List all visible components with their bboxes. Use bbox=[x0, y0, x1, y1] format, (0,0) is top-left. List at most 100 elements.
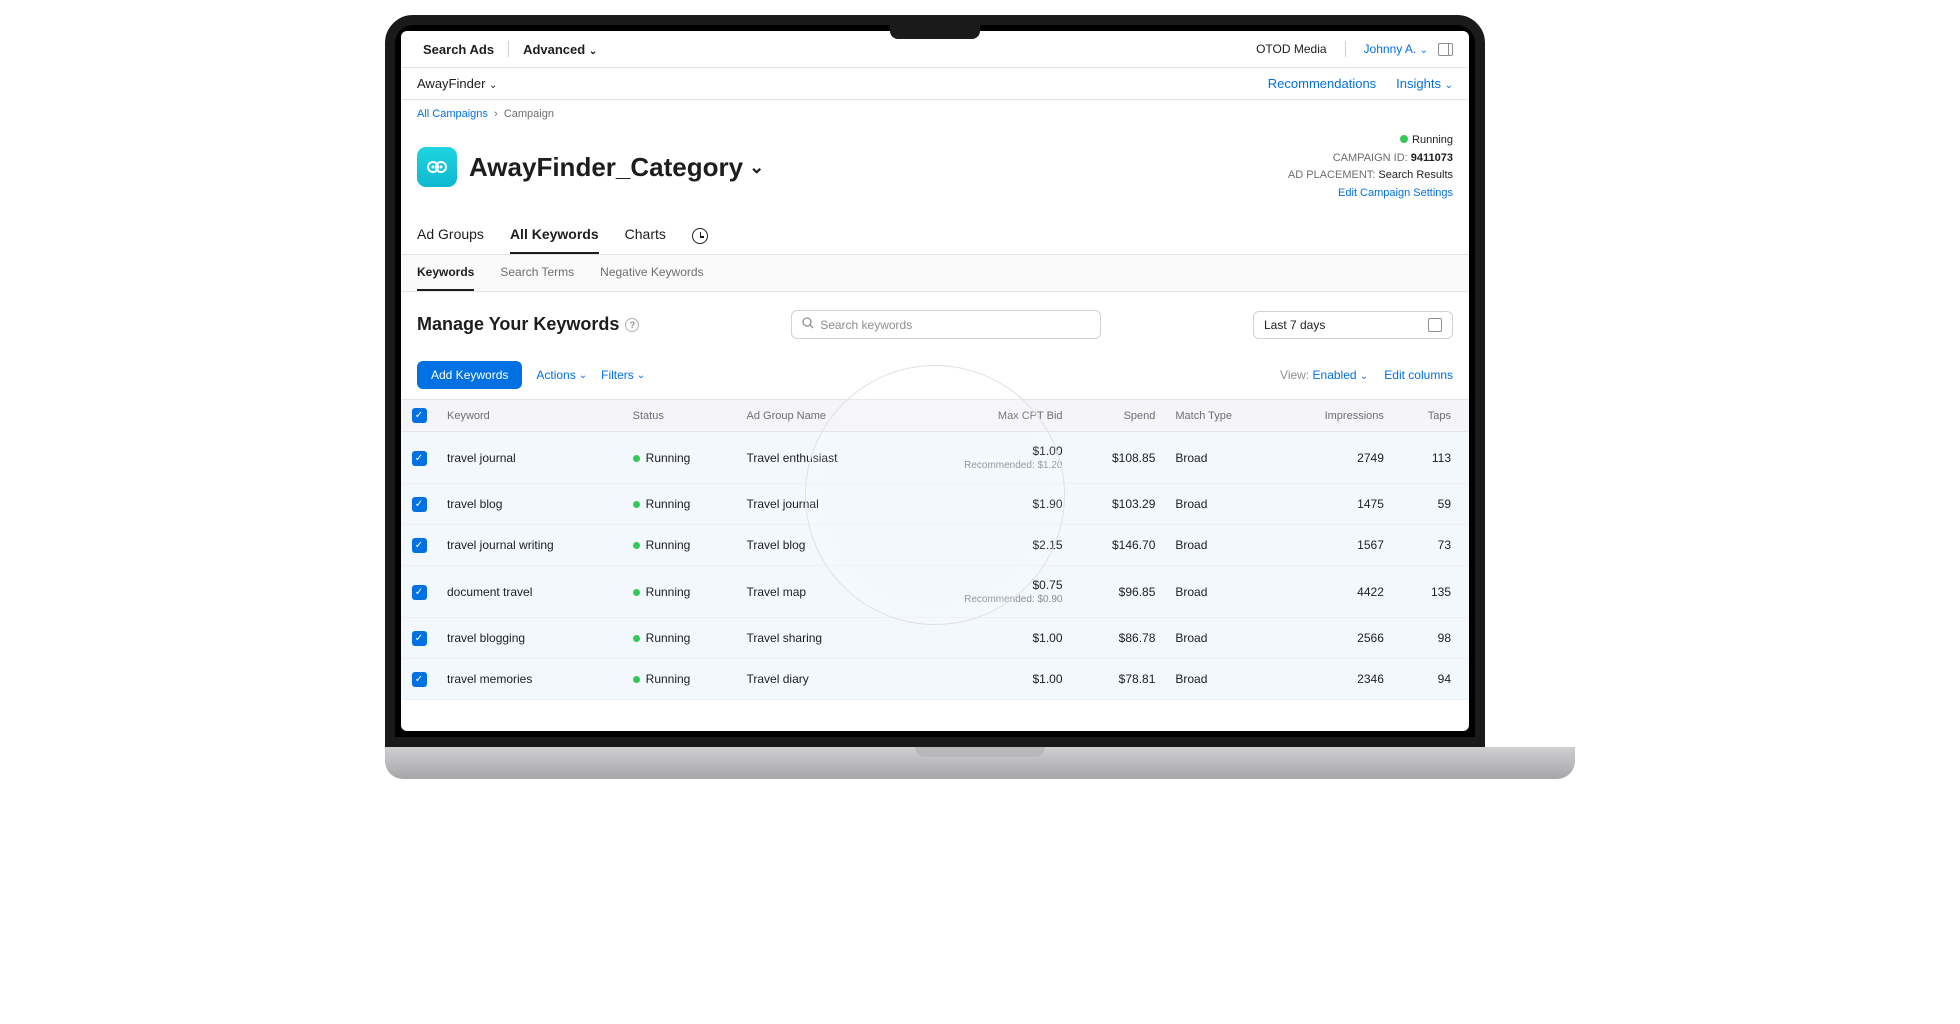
cell-bid: $1.00Recommended: $1.20 bbox=[899, 432, 1072, 484]
help-icon[interactable]: ? bbox=[625, 318, 639, 332]
campaign-status: Running bbox=[1412, 134, 1453, 146]
cell-impressions: 2346 bbox=[1278, 659, 1394, 700]
cell-taps: 135 bbox=[1394, 566, 1469, 618]
tab-all-keywords[interactable]: All Keywords bbox=[510, 216, 599, 254]
col-keyword[interactable]: Keyword bbox=[437, 400, 623, 432]
cell-impressions: 2749 bbox=[1278, 432, 1394, 484]
cell-impressions: 4422 bbox=[1278, 566, 1394, 618]
cell-ad-group: Travel journal bbox=[737, 484, 900, 525]
laptop-frame: Search Ads Advanced ⌄ OTOD Media Johnny … bbox=[385, 15, 1485, 747]
breadcrumb-current: Campaign bbox=[504, 108, 554, 120]
search-input[interactable]: Search keywords bbox=[791, 310, 1101, 339]
cell-keyword: travel blogging bbox=[437, 618, 623, 659]
search-placeholder: Search keywords bbox=[820, 318, 912, 332]
app-dropdown[interactable]: AwayFinder ⌄ bbox=[417, 76, 497, 91]
tab-charts[interactable]: Charts bbox=[625, 216, 666, 254]
edit-columns-link[interactable]: Edit columns bbox=[1384, 368, 1453, 382]
cell-ad-group: Travel map bbox=[737, 566, 900, 618]
chevron-down-icon: ⌄ bbox=[1360, 371, 1368, 382]
edit-campaign-link[interactable]: Edit Campaign Settings bbox=[1338, 187, 1453, 199]
cell-impressions: 1567 bbox=[1278, 525, 1394, 566]
actions-dropdown[interactable]: Actions⌄ bbox=[536, 368, 587, 382]
subtab-keywords[interactable]: Keywords bbox=[417, 255, 474, 291]
cell-bid: $1.00 bbox=[899, 618, 1072, 659]
col-taps[interactable]: Taps bbox=[1394, 400, 1469, 432]
view-dropdown[interactable]: Enabled ⌄ bbox=[1313, 368, 1369, 382]
table-row[interactable]: ✓travel blogRunningTravel journal$1.90$1… bbox=[401, 484, 1469, 525]
table-row[interactable]: ✓document travelRunningTravel map$0.75Re… bbox=[401, 566, 1469, 618]
subtab-search-terms[interactable]: Search Terms bbox=[500, 255, 574, 291]
history-icon[interactable] bbox=[692, 228, 708, 244]
col-ad-group[interactable]: Ad Group Name bbox=[737, 400, 900, 432]
cell-spend: $78.81 bbox=[1073, 659, 1166, 700]
divider bbox=[1345, 41, 1346, 57]
date-range-picker[interactable]: Last 7 days bbox=[1253, 311, 1453, 339]
action-row: Add Keywords Actions⌄ Filters⌄ View: Ena… bbox=[401, 345, 1469, 399]
campaign-title-dropdown[interactable]: AwayFinder_Category ⌄ bbox=[469, 152, 764, 183]
status-dot-icon bbox=[633, 501, 640, 508]
cell-match: Broad bbox=[1165, 525, 1277, 566]
col-status[interactable]: Status bbox=[623, 400, 737, 432]
cell-spend: $86.78 bbox=[1073, 618, 1166, 659]
bid-recommendation: Recommended: $0.90 bbox=[909, 594, 1062, 605]
calendar-icon bbox=[1428, 318, 1442, 332]
row-checkbox[interactable]: ✓ bbox=[412, 538, 427, 553]
col-spend[interactable]: Spend bbox=[1073, 400, 1166, 432]
col-max-cpt-bid[interactable]: Max CPT Bid bbox=[899, 400, 1072, 432]
campaign-header: AwayFinder_Category ⌄ Running CAMPAIGN I… bbox=[401, 128, 1469, 216]
col-impressions[interactable]: Impressions bbox=[1278, 400, 1394, 432]
cell-impressions: 1475 bbox=[1278, 484, 1394, 525]
ad-placement-value: Search Results bbox=[1378, 169, 1453, 181]
cell-taps: 113 bbox=[1394, 432, 1469, 484]
cell-spend: $146.70 bbox=[1073, 525, 1166, 566]
brand-label: Search Ads bbox=[423, 42, 494, 57]
chevron-down-icon: ⌄ bbox=[1420, 45, 1428, 56]
user-menu[interactable]: Johnny A. ⌄ bbox=[1364, 42, 1428, 56]
app-icon bbox=[417, 147, 457, 187]
table-row[interactable]: ✓travel journalRunningTravel enthusiast$… bbox=[401, 432, 1469, 484]
cell-taps: 73 bbox=[1394, 525, 1469, 566]
row-checkbox[interactable]: ✓ bbox=[412, 672, 427, 687]
chevron-down-icon: ⌄ bbox=[749, 157, 764, 178]
date-range-value: Last 7 days bbox=[1264, 318, 1325, 332]
cell-match: Broad bbox=[1165, 659, 1277, 700]
panel-toggle-icon[interactable] bbox=[1438, 43, 1453, 56]
cell-status: Running bbox=[623, 618, 737, 659]
select-all-checkbox[interactable]: ✓ bbox=[412, 408, 427, 423]
cell-spend: $108.85 bbox=[1073, 432, 1166, 484]
table-row[interactable]: ✓travel journal writingRunningTravel blo… bbox=[401, 525, 1469, 566]
row-checkbox[interactable]: ✓ bbox=[412, 631, 427, 646]
main-tabs: Ad Groups All Keywords Charts bbox=[401, 216, 1469, 255]
status-dot-icon bbox=[633, 589, 640, 596]
insights-dropdown[interactable]: Insights ⌄ bbox=[1396, 76, 1453, 91]
cell-bid: $1.90 bbox=[899, 484, 1072, 525]
table-row[interactable]: ✓travel bloggingRunningTravel sharing$1.… bbox=[401, 618, 1469, 659]
row-checkbox[interactable]: ✓ bbox=[412, 497, 427, 512]
table-row[interactable]: ✓travel memoriesRunningTravel diary$1.00… bbox=[401, 659, 1469, 700]
cell-bid: $0.75Recommended: $0.90 bbox=[899, 566, 1072, 618]
add-keywords-button[interactable]: Add Keywords bbox=[417, 361, 522, 389]
cell-bid: $2.15 bbox=[899, 525, 1072, 566]
cell-impressions: 2566 bbox=[1278, 618, 1394, 659]
status-dot-icon bbox=[633, 542, 640, 549]
cell-ad-group: Travel blog bbox=[737, 525, 900, 566]
row-checkbox[interactable]: ✓ bbox=[412, 451, 427, 466]
subtab-negative-keywords[interactable]: Negative Keywords bbox=[600, 255, 703, 291]
view-label: View: bbox=[1280, 368, 1309, 382]
chevron-down-icon: ⌄ bbox=[637, 370, 645, 381]
mode-dropdown[interactable]: Advanced ⌄ bbox=[523, 42, 597, 57]
filters-dropdown[interactable]: Filters⌄ bbox=[601, 368, 645, 382]
cell-taps: 94 bbox=[1394, 659, 1469, 700]
cell-keyword: document travel bbox=[437, 566, 623, 618]
cell-ad-group: Travel diary bbox=[737, 659, 900, 700]
cell-ad-group: Travel enthusiast bbox=[737, 432, 900, 484]
tab-ad-groups[interactable]: Ad Groups bbox=[417, 216, 484, 254]
row-checkbox[interactable]: ✓ bbox=[412, 585, 427, 600]
laptop-base bbox=[385, 747, 1575, 779]
cell-bid: $1.00 bbox=[899, 659, 1072, 700]
col-match-type[interactable]: Match Type bbox=[1165, 400, 1277, 432]
breadcrumb-link[interactable]: All Campaigns bbox=[417, 108, 488, 120]
recommendations-link[interactable]: Recommendations bbox=[1268, 76, 1376, 91]
chevron-down-icon: ⌄ bbox=[579, 370, 587, 381]
status-dot-icon bbox=[633, 635, 640, 642]
